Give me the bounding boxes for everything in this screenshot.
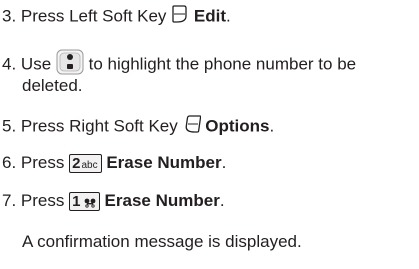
step-action: Erase Number bbox=[104, 191, 220, 210]
confirmation-note: A confirmation message is displayed. bbox=[22, 232, 302, 251]
step-3: 3. Press Left Soft Key Edit. bbox=[2, 4, 231, 30]
step-number: 5. bbox=[2, 116, 17, 136]
step-text: Press Left Soft Key bbox=[20, 6, 167, 26]
step-action: Options bbox=[205, 116, 270, 136]
step-6: 6. Press 2abc Erase Number. bbox=[2, 153, 227, 174]
step-number: 3. bbox=[2, 6, 17, 26]
manual-page: 3. Press Left Soft Key Edit. 4. Use to h… bbox=[0, 0, 419, 269]
step-number: 7. bbox=[2, 191, 17, 210]
right-soft-key-icon bbox=[183, 114, 201, 140]
key-1-voicemail-icon: 1 bbox=[69, 192, 100, 212]
step-text: Use bbox=[20, 54, 52, 74]
step-5: 5. Press Right Soft Key Options. bbox=[2, 114, 274, 140]
step-number: 6. bbox=[2, 153, 17, 172]
key-2abc-icon: 2abc bbox=[69, 154, 102, 174]
voicemail-icon bbox=[84, 198, 96, 208]
step-action: Edit bbox=[193, 6, 227, 26]
step-7: 7. Press 1 Erase Number. bbox=[2, 191, 225, 212]
step-text: Press Right Soft Key bbox=[20, 116, 178, 136]
step-text: Press bbox=[20, 153, 65, 172]
step-number: 4. bbox=[2, 54, 17, 74]
step-text-cont: to highlight the phone number to be bbox=[88, 54, 357, 74]
step-4-continued: deleted. bbox=[22, 76, 83, 95]
step-action: Erase Number bbox=[106, 153, 222, 172]
left-soft-key-icon bbox=[171, 4, 189, 30]
step-text: Press bbox=[20, 191, 65, 210]
